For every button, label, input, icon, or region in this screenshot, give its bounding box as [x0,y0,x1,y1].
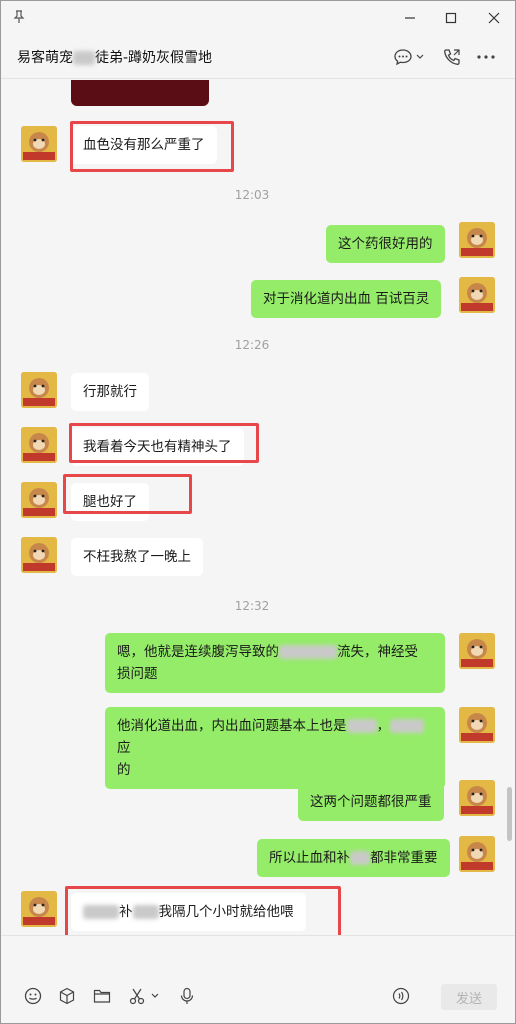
avatar[interactable] [459,780,495,816]
timestamp: 12:03 [234,188,270,202]
more-icon[interactable] [477,46,495,68]
avatar[interactable] [21,372,57,408]
message-bubble[interactable]: 他消化道出血，内出血问题基本上也是 ，应的 [105,707,445,789]
close-icon[interactable] [483,7,505,29]
minimize-icon[interactable] [399,7,421,29]
avatar[interactable] [21,537,57,573]
chat-window: 易客萌宠 徒弟-蹲奶灰假雪地 血色没有那么严重了 12:03 这个药很好用的 对… [0,0,516,1024]
avatar[interactable] [21,126,57,162]
chat-header: 易客萌宠 徒弟-蹲奶灰假雪地 [1,35,515,79]
avatar[interactable] [459,707,495,743]
message-bubble[interactable]: 行那就行 [71,373,149,411]
favorite-cube-icon[interactable] [57,986,77,1006]
avatar[interactable] [21,427,57,463]
chat-bubble-icon[interactable] [393,46,413,68]
message-input[interactable] [11,942,503,978]
phone-icon[interactable] [442,46,462,68]
chevron-down-icon[interactable] [149,986,161,1006]
chat-title: 易客萌宠 徒弟-蹲奶灰假雪地 [17,50,213,66]
emoji-icon[interactable] [23,986,43,1006]
message-bubble[interactable]: 补我隔几个小时就给他喂 [71,893,306,931]
redacted-text [83,905,119,919]
avatar[interactable] [21,891,57,927]
timestamp: 12:32 [234,599,270,613]
message-bubble[interactable]: 这个药很好用的 [326,225,445,263]
message-bubble[interactable]: 不枉我熬了一晚上 [71,538,203,576]
voice-call-icon[interactable] [391,986,411,1006]
message-bubble[interactable]: 对于消化道内出血 百试百灵 [251,280,442,318]
message-list[interactable]: 血色没有那么严重了 12:03 这个药很好用的 对于消化道内出血 百试百灵 12… [1,80,503,935]
message-bubble[interactable]: 腿也好了 [71,483,149,521]
pin-icon[interactable] [11,9,27,25]
input-area: 发送 [1,935,515,1023]
send-button[interactable]: 发送 [441,984,497,1010]
redacted-text [132,905,159,919]
avatar[interactable] [459,277,495,313]
avatar[interactable] [459,222,495,258]
chevron-down-icon[interactable] [416,46,424,68]
message-bubble[interactable]: 我看着今天也有精神头了 [71,428,244,466]
title-bar [1,1,515,35]
timestamp: 12:26 [234,338,270,352]
message-bubble[interactable]: 所以止血和补 都非常重要 [257,839,450,877]
redacted-text [350,851,370,865]
redacted-text [73,51,95,65]
scrollbar[interactable] [507,787,512,841]
image-message[interactable] [71,80,209,106]
microphone-icon[interactable] [177,986,197,1006]
maximize-icon[interactable] [440,7,462,29]
avatar[interactable] [459,836,495,872]
message-bubble[interactable]: 嗯，他就是连续腹泻导致的 流失，神经受 损问题 [105,633,445,693]
avatar[interactable] [21,482,57,518]
message-bubble[interactable]: 这两个问题都很严重 [298,783,444,821]
redacted-text [279,645,337,659]
redacted-text [346,719,377,733]
scissors-icon[interactable] [127,986,147,1006]
folder-icon[interactable] [92,986,112,1006]
redacted-text [390,719,424,733]
message-bubble[interactable]: 血色没有那么严重了 [71,126,217,164]
avatar[interactable] [459,633,495,669]
